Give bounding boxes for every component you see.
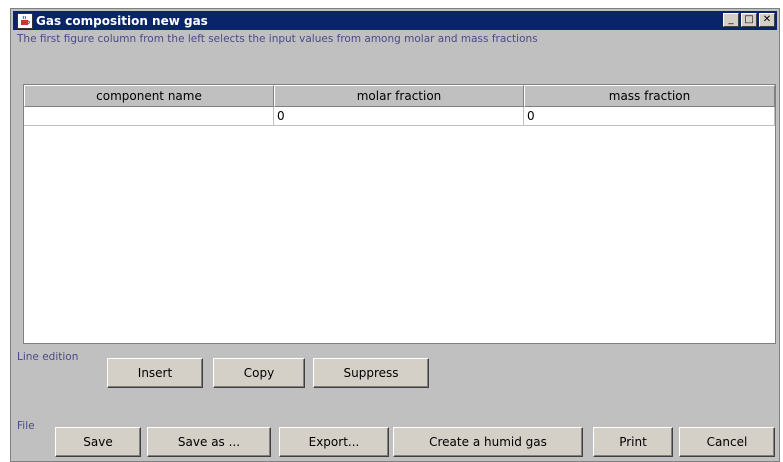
- column-header-mass-fraction[interactable]: mass fraction: [524, 85, 775, 107]
- insert-button[interactable]: Insert: [107, 358, 203, 388]
- save-as-button[interactable]: Save as ...: [147, 427, 271, 457]
- cell-molar-fraction[interactable]: 0: [274, 107, 524, 126]
- java-cup-icon: [17, 12, 33, 29]
- table-header: component name molar fraction mass fract…: [24, 85, 775, 107]
- cancel-button[interactable]: Cancel: [679, 427, 775, 457]
- window-title: Gas composition new gas: [36, 13, 208, 28]
- column-header-component-name[interactable]: component name: [24, 85, 274, 107]
- minimize-button[interactable]: _: [723, 13, 739, 27]
- save-button[interactable]: Save: [55, 427, 141, 457]
- title-bar[interactable]: Gas composition new gas _ □ ✕: [13, 11, 777, 30]
- export-button[interactable]: Export...: [279, 427, 389, 457]
- suppress-button[interactable]: Suppress: [313, 358, 429, 388]
- cell-component-name[interactable]: [24, 107, 274, 126]
- line-edition-label: Line edition: [17, 351, 79, 363]
- window-controls: _ □ ✕: [723, 13, 775, 27]
- composition-table[interactable]: component name molar fraction mass fract…: [23, 84, 776, 344]
- maximize-button[interactable]: □: [741, 13, 757, 27]
- copy-button[interactable]: Copy: [213, 358, 305, 388]
- gas-composition-window: Gas composition new gas _ □ ✕ The first …: [10, 8, 780, 462]
- print-button[interactable]: Print: [593, 427, 673, 457]
- file-label: File: [17, 420, 35, 432]
- instruction-text: The first figure column from the left se…: [17, 33, 538, 45]
- close-button[interactable]: ✕: [759, 13, 775, 27]
- table-row[interactable]: 0 0: [24, 107, 775, 126]
- create-humid-gas-button[interactable]: Create a humid gas: [393, 427, 583, 457]
- cell-mass-fraction[interactable]: 0: [524, 107, 775, 126]
- column-header-molar-fraction[interactable]: molar fraction: [274, 85, 524, 107]
